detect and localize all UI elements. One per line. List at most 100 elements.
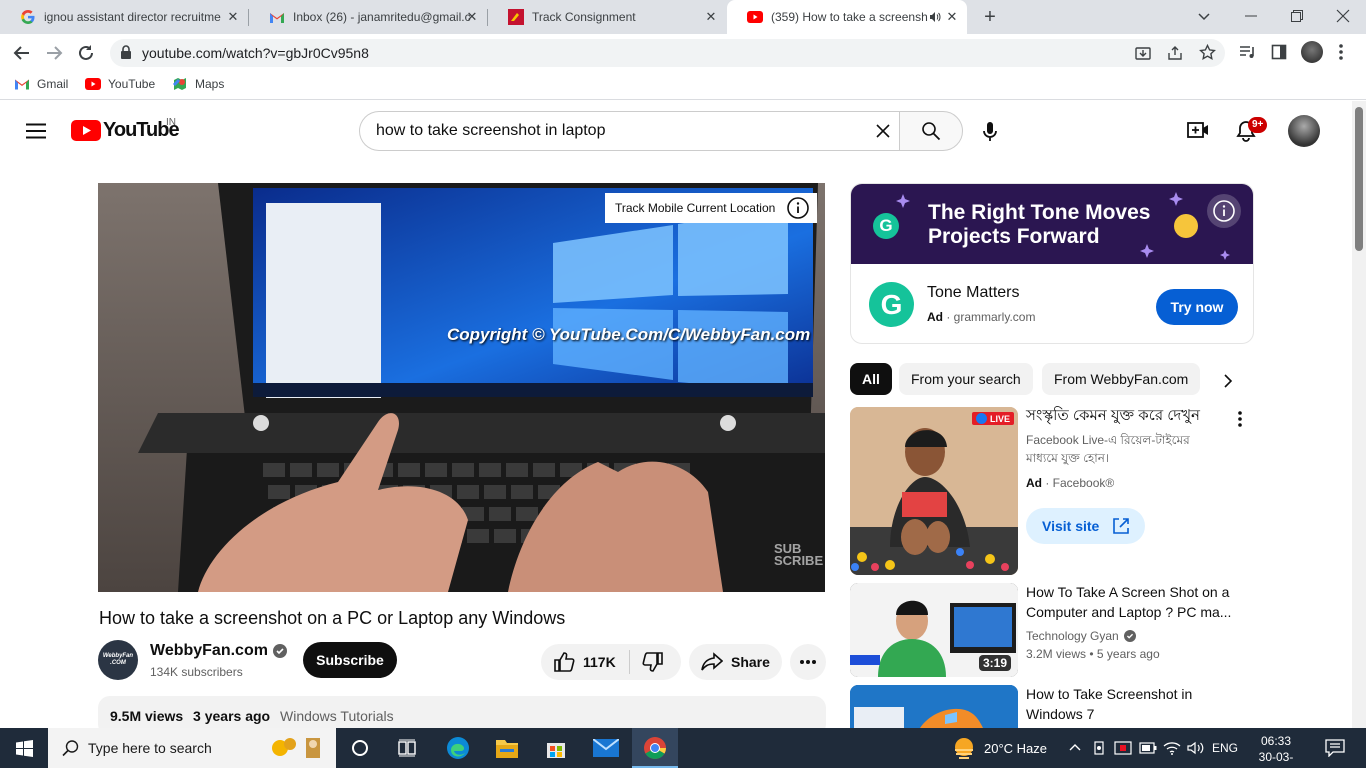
share-page-icon[interactable] bbox=[1167, 45, 1183, 61]
ad-banner[interactable]: G The Right Tone Moves Projects Forward bbox=[851, 184, 1253, 264]
youtube-icon bbox=[747, 9, 763, 25]
forward-icon[interactable] bbox=[44, 43, 64, 63]
close-window-button[interactable] bbox=[1335, 8, 1351, 24]
related-views: 3.2M views bbox=[1026, 647, 1087, 661]
promoted-thumbnail[interactable]: LIVE bbox=[850, 407, 1018, 575]
restore-button[interactable] bbox=[1289, 8, 1305, 24]
taskbar-search-placeholder: Type here to search bbox=[88, 740, 212, 756]
microsoft-store-icon[interactable] bbox=[545, 737, 567, 759]
windows-start-icon[interactable] bbox=[16, 740, 33, 757]
like-button[interactable]: 117K bbox=[541, 644, 616, 680]
ad-card[interactable]: G The Right Tone Moves Projects Forward … bbox=[850, 183, 1254, 344]
language-indicator[interactable]: ENG bbox=[1212, 741, 1238, 755]
info-card-teaser[interactable]: Track Mobile Current Location bbox=[605, 193, 818, 223]
clock[interactable]: 06:33 30-03-2023 bbox=[1251, 733, 1301, 781]
chip-from-channel[interactable]: From WebbyFan.com bbox=[1042, 363, 1201, 395]
thumbs-up-icon bbox=[554, 652, 575, 672]
channel-avatar[interactable]: WebbyFan .COM bbox=[98, 640, 138, 680]
side-panel-icon[interactable] bbox=[1271, 44, 1287, 60]
search-button[interactable] bbox=[899, 111, 963, 151]
file-explorer-icon[interactable] bbox=[495, 737, 519, 759]
chip-from-your-search[interactable]: From your search bbox=[899, 363, 1033, 395]
grammarly-logo[interactable]: G bbox=[869, 282, 914, 327]
bookmark-label: Maps bbox=[195, 77, 225, 91]
promoted-advertiser: Facebook® bbox=[1052, 476, 1115, 490]
clear-search-icon[interactable] bbox=[875, 123, 891, 139]
volume-icon[interactable] bbox=[1187, 741, 1205, 755]
dislike-button[interactable] bbox=[630, 644, 664, 680]
close-icon[interactable]: ✕ bbox=[465, 10, 479, 24]
ad-title[interactable]: Tone Matters bbox=[927, 284, 1019, 302]
tray-chevron-up-icon[interactable] bbox=[1068, 741, 1082, 753]
minimize-button[interactable] bbox=[1243, 8, 1259, 24]
weather-icon[interactable] bbox=[952, 737, 976, 759]
scrollbar-thumb[interactable] bbox=[1355, 107, 1363, 251]
chevron-right-icon[interactable] bbox=[1222, 374, 1234, 388]
create-video-icon[interactable] bbox=[1187, 121, 1209, 139]
hamburger-menu-icon[interactable] bbox=[26, 123, 46, 139]
related-title[interactable]: How To Take A Screen Shot on a Computer … bbox=[1026, 582, 1236, 622]
tab-ignou[interactable]: ignou assistant director recruitme ✕ bbox=[0, 0, 248, 34]
youtube-logo[interactable]: YouTube bbox=[71, 119, 180, 142]
new-tab-button[interactable]: + bbox=[979, 6, 1001, 28]
chrome-taskbar-button[interactable] bbox=[632, 728, 678, 768]
channel-name-link[interactable]: WebbyFan.com bbox=[150, 642, 287, 660]
page-scrollbar[interactable] bbox=[1352, 101, 1366, 728]
related-thumbnail[interactable] bbox=[850, 685, 1018, 728]
voice-search-icon[interactable] bbox=[982, 121, 998, 143]
promoted-title[interactable]: সংস্কৃতি কেমন যুক্ত করে দেখুন bbox=[1026, 406, 1236, 426]
install-icon[interactable] bbox=[1135, 45, 1151, 61]
bookmark-gmail[interactable]: Gmail bbox=[14, 76, 68, 92]
cortana-icon[interactable] bbox=[351, 739, 369, 757]
taskbar-search-box[interactable]: Type here to search bbox=[48, 728, 336, 768]
category-tag[interactable]: Windows Tutorials bbox=[280, 708, 394, 724]
task-view-icon[interactable] bbox=[398, 739, 418, 757]
edge-icon[interactable] bbox=[446, 736, 470, 760]
info-card-text: Track Mobile Current Location bbox=[615, 201, 776, 215]
speaker-icon[interactable] bbox=[929, 11, 941, 23]
close-icon[interactable]: ✕ bbox=[226, 10, 240, 24]
related-channel-row[interactable]: Technology Gyan bbox=[1026, 629, 1136, 643]
related-title[interactable]: How to Take Screenshot in Windows 7 bbox=[1026, 684, 1236, 724]
menu-kebab-icon[interactable] bbox=[1338, 43, 1344, 61]
share-button[interactable]: Share bbox=[689, 644, 782, 680]
tab-gmail[interactable]: Inbox (26) - janamritedu@gmail.c ✕ bbox=[249, 0, 487, 34]
clock-date: 30-03-2023 bbox=[1258, 750, 1294, 780]
bookmark-maps[interactable]: Maps bbox=[172, 76, 224, 92]
visit-site-button[interactable]: Visit site bbox=[1026, 508, 1146, 544]
mail-icon[interactable] bbox=[593, 739, 619, 757]
weather-text[interactable]: 20°C Haze bbox=[984, 741, 1047, 756]
tab-search-icon[interactable] bbox=[1196, 8, 1212, 24]
gmail-icon bbox=[15, 79, 29, 90]
bookmark-label: Gmail bbox=[37, 77, 69, 91]
more-actions-button[interactable] bbox=[790, 644, 826, 680]
close-icon[interactable]: ✕ bbox=[945, 10, 959, 24]
account-avatar[interactable] bbox=[1288, 115, 1320, 147]
address-bar[interactable]: youtube.com/watch?v=gbJr0Cv95n8 bbox=[110, 39, 1225, 67]
notification-center-icon[interactable] bbox=[1325, 739, 1345, 757]
close-icon[interactable]: ✕ bbox=[704, 10, 718, 24]
search-input[interactable]: how to take screenshot in laptop bbox=[359, 111, 900, 151]
tray-device-icon[interactable] bbox=[1092, 740, 1106, 756]
bookmark-star-icon[interactable] bbox=[1199, 44, 1216, 61]
subscribe-button[interactable]: Subscribe bbox=[303, 642, 397, 678]
clock-time: 06:33 bbox=[1260, 734, 1292, 748]
info-icon[interactable] bbox=[787, 197, 810, 219]
promoted-menu-icon[interactable] bbox=[1228, 410, 1252, 430]
lock-icon[interactable] bbox=[120, 45, 132, 60]
media-control-icon[interactable] bbox=[1239, 44, 1257, 60]
back-icon[interactable] bbox=[12, 43, 32, 63]
profile-avatar[interactable] bbox=[1301, 41, 1323, 63]
video-player[interactable]: Copyright © YouTube.Com/C/WebbyFan.com S… bbox=[98, 183, 825, 592]
tray-meet-icon[interactable] bbox=[1114, 740, 1132, 756]
chip-all[interactable]: All bbox=[850, 363, 892, 395]
wifi-icon[interactable] bbox=[1163, 741, 1181, 755]
ad-cta-button[interactable]: Try now bbox=[1156, 289, 1238, 325]
battery-icon[interactable] bbox=[1139, 742, 1157, 754]
reload-icon[interactable] bbox=[76, 43, 96, 63]
bookmark-youtube[interactable]: YouTube bbox=[85, 76, 155, 92]
ad-info-icon[interactable] bbox=[1207, 194, 1241, 228]
tab-youtube-active[interactable]: (359) How to take a screensh ✕ bbox=[727, 0, 967, 34]
tab-track-consignment[interactable]: Track Consignment ✕ bbox=[488, 0, 726, 34]
related-thumbnail[interactable]: 3:19 bbox=[850, 583, 1018, 677]
